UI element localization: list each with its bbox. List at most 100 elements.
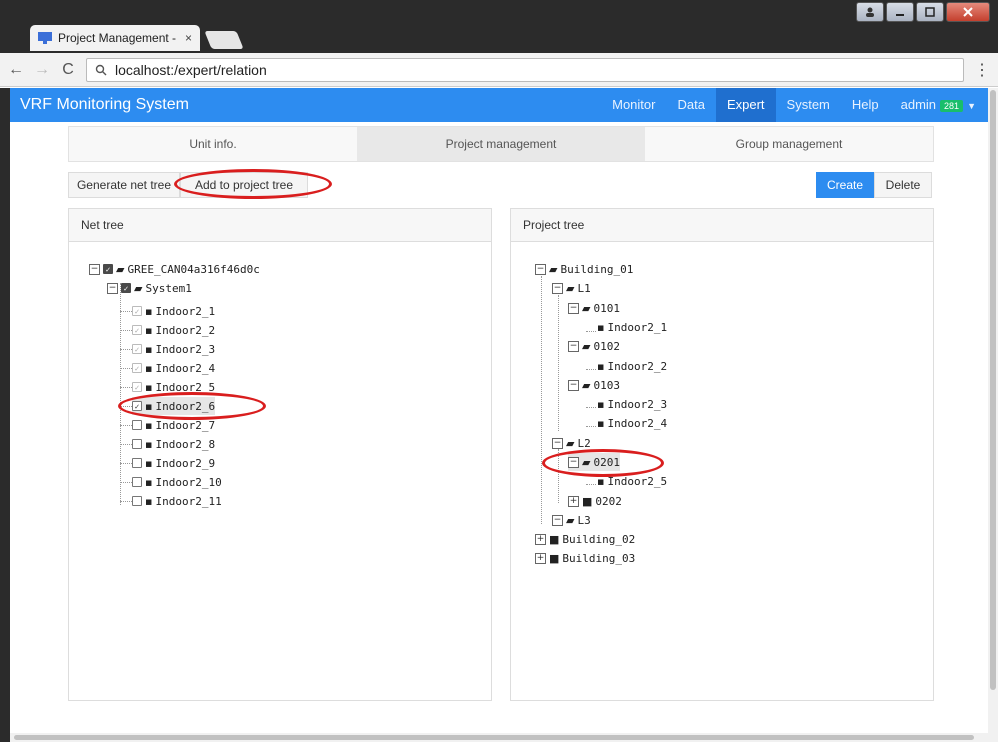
nav-monitor[interactable]: Monitor bbox=[601, 88, 666, 122]
checkbox[interactable] bbox=[132, 496, 142, 506]
node-label: 0103 bbox=[593, 378, 620, 392]
nav-expert[interactable]: Expert bbox=[715, 88, 776, 122]
tab-close-icon[interactable]: × bbox=[185, 31, 192, 45]
net-tree-leaf[interactable]: ✓ ▪ Indoor2_4 bbox=[132, 359, 215, 377]
tree-connector bbox=[586, 426, 596, 427]
folder-icon: ■ bbox=[582, 494, 593, 508]
search-icon bbox=[95, 64, 107, 75]
tree-connector bbox=[120, 463, 132, 464]
scroll-thumb[interactable] bbox=[990, 90, 996, 690]
checkbox[interactable]: ✓ bbox=[132, 325, 142, 335]
checkbox[interactable]: ✓ bbox=[132, 363, 142, 373]
collapse-icon[interactable]: − bbox=[568, 302, 579, 314]
maximize-icon[interactable] bbox=[916, 2, 944, 22]
project-node-floor[interactable]: − ▰ L3 bbox=[552, 511, 591, 529]
folder-open-icon: ▰ bbox=[566, 513, 575, 527]
scroll-thumb[interactable] bbox=[14, 735, 974, 740]
back-icon[interactable]: ← bbox=[8, 61, 24, 79]
collapse-icon[interactable]: − bbox=[107, 282, 118, 294]
net-tree-leaf[interactable]: ✓ ▪ Indoor2_1 bbox=[132, 302, 215, 320]
node-label: L1 bbox=[577, 281, 591, 295]
tab-project-management[interactable]: Project management bbox=[357, 127, 645, 161]
checkbox[interactable]: ✓ bbox=[132, 306, 142, 316]
close-icon[interactable] bbox=[946, 2, 990, 22]
net-tree-root[interactable]: − ✓ ▰ GREE_CAN04a316f46d0c bbox=[89, 260, 260, 278]
vertical-scrollbar[interactable] bbox=[988, 88, 998, 733]
node-label: L2 bbox=[577, 436, 591, 450]
project-node-unit[interactable]: ▪ Indoor2_4 bbox=[597, 414, 667, 432]
folder-icon: ■ bbox=[549, 551, 560, 565]
node-label: Building_02 bbox=[562, 532, 636, 546]
project-node-unit[interactable]: ▪ Indoor2_2 bbox=[597, 357, 667, 375]
checkbox[interactable]: ✓ bbox=[103, 264, 113, 274]
user-menu[interactable]: admin 281 ▼ bbox=[890, 88, 988, 122]
checkbox[interactable] bbox=[132, 477, 142, 487]
checkbox[interactable] bbox=[132, 458, 142, 468]
checkbox[interactable]: ✓ bbox=[121, 283, 131, 293]
menu-icon[interactable]: ⋮ bbox=[974, 60, 990, 80]
minimize-icon[interactable] bbox=[886, 2, 914, 22]
collapse-icon[interactable]: − bbox=[89, 263, 100, 275]
file-icon: ▪ bbox=[597, 397, 605, 411]
project-node-unit[interactable]: ▪ Indoor2_3 bbox=[597, 395, 667, 413]
project-node-group[interactable]: − ▰ 0101 bbox=[568, 299, 620, 317]
project-node-building[interactable]: + ■ Building_02 bbox=[535, 530, 635, 548]
collapse-icon[interactable]: − bbox=[552, 437, 563, 449]
tab-group-management[interactable]: Group management bbox=[645, 127, 933, 161]
new-tab-button[interactable] bbox=[204, 31, 244, 49]
checkbox[interactable]: ✓ bbox=[132, 344, 142, 354]
generate-net-tree-button[interactable]: Generate net tree bbox=[68, 172, 180, 198]
browser-tab[interactable]: Project Management - × bbox=[30, 25, 200, 51]
create-button[interactable]: Create bbox=[816, 172, 874, 198]
tree-connector bbox=[120, 387, 132, 388]
url-field[interactable]: localhost:/expert/relation bbox=[86, 57, 964, 82]
nav-system[interactable]: System bbox=[776, 88, 841, 122]
collapse-icon[interactable]: − bbox=[568, 340, 579, 352]
net-tree-leaf[interactable]: ▪ Indoor2_8 bbox=[132, 435, 215, 453]
net-tree-panel: Net tree − ✓ ▰ GREE_CAN04a316f46d0c − ✓ … bbox=[68, 208, 492, 701]
delete-button[interactable]: Delete bbox=[874, 172, 932, 198]
forward-icon[interactable]: → bbox=[34, 61, 50, 79]
tree-connector bbox=[586, 369, 596, 370]
nav-help[interactable]: Help bbox=[841, 88, 890, 122]
checkbox[interactable]: ✓ bbox=[132, 382, 142, 392]
expand-icon[interactable]: + bbox=[535, 533, 546, 545]
profile-icon[interactable] bbox=[856, 2, 884, 22]
tree-connector bbox=[586, 407, 596, 408]
net-tree-leaf[interactable]: ▪ Indoor2_9 bbox=[132, 454, 215, 472]
project-node-group[interactable]: − ▰ 0103 bbox=[568, 376, 620, 394]
collapse-icon[interactable]: − bbox=[552, 514, 563, 526]
expand-icon[interactable]: + bbox=[568, 495, 579, 507]
expand-icon[interactable]: + bbox=[535, 552, 546, 564]
node-label: Indoor2_2 bbox=[607, 359, 668, 373]
collapse-icon[interactable]: − bbox=[552, 282, 563, 294]
project-node-group[interactable]: + ■ 0202 bbox=[568, 492, 622, 510]
project-node-building[interactable]: − ▰ Building_01 bbox=[535, 260, 633, 278]
collapse-icon[interactable]: − bbox=[535, 263, 546, 275]
horizontal-scrollbar[interactable] bbox=[10, 733, 998, 742]
folder-open-icon: ▰ bbox=[582, 301, 591, 315]
tab-unit-info[interactable]: Unit info. bbox=[69, 127, 357, 161]
net-tree-leaf[interactable]: ▪ Indoor2_10 bbox=[132, 473, 222, 491]
reload-icon[interactable]: C bbox=[60, 61, 76, 79]
nav-data[interactable]: Data bbox=[666, 88, 715, 122]
project-node-building[interactable]: + ■ Building_03 bbox=[535, 549, 635, 567]
net-tree-system[interactable]: − ✓ ▰ System1 bbox=[107, 279, 192, 297]
notification-badge: 281 bbox=[940, 100, 964, 112]
collapse-icon[interactable]: − bbox=[568, 379, 579, 391]
checkbox[interactable] bbox=[132, 439, 142, 449]
file-icon: ▪ bbox=[145, 494, 153, 508]
folder-open-icon: ▰ bbox=[566, 281, 575, 295]
project-node-floor[interactable]: − ▰ L1 bbox=[552, 279, 591, 297]
net-tree-leaf[interactable]: ✓ ▪ Indoor2_3 bbox=[132, 340, 215, 358]
net-tree-leaf[interactable]: ✓ ▪ Indoor2_2 bbox=[132, 321, 215, 339]
node-label: GREE_CAN04a316f46d0c bbox=[127, 262, 260, 276]
net-tree: − ✓ ▰ GREE_CAN04a316f46d0c − ✓ ▰ System1… bbox=[69, 209, 491, 700]
net-tree-leaf[interactable]: ▪ Indoor2_11 bbox=[132, 492, 222, 510]
project-node-group[interactable]: − ▰ 0102 bbox=[568, 337, 620, 355]
tree-connector bbox=[586, 331, 596, 332]
project-node-unit[interactable]: ▪ Indoor2_1 bbox=[597, 318, 667, 336]
checkbox[interactable] bbox=[132, 420, 142, 430]
file-icon: ▪ bbox=[145, 361, 153, 375]
sub-tabs: Unit info. Project management Group mana… bbox=[68, 126, 934, 162]
